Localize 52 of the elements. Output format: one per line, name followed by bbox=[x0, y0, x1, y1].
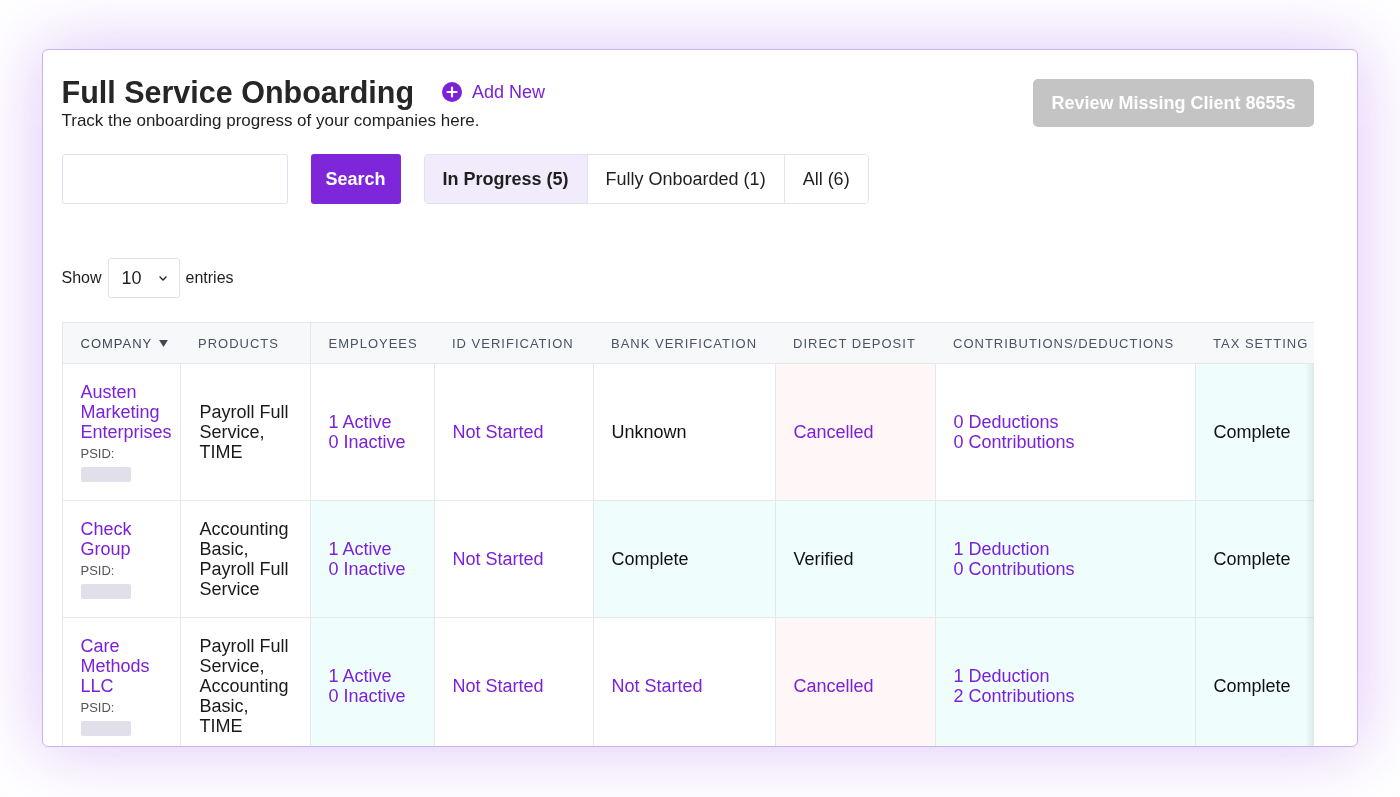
company-link[interactable]: Check Group bbox=[80, 519, 176, 559]
psid-label: PSID: bbox=[80, 563, 116, 579]
status-link[interactable]: 0 Inactive bbox=[328, 432, 406, 452]
company-link[interactable]: Austen Marketing Enterprises bbox=[80, 382, 176, 442]
column-header[interactable]: EMPLOYEES bbox=[328, 336, 418, 352]
status-text: Complete bbox=[611, 549, 689, 569]
status-link[interactable]: Cancelled bbox=[793, 676, 874, 696]
page-subtitle: Track the onboarding progress of your companies here. bbox=[61, 110, 481, 132]
add-new-button[interactable]: Add New bbox=[442, 81, 546, 103]
psid-label: PSID: bbox=[80, 700, 116, 716]
status-link[interactable]: 1 Deduction bbox=[953, 666, 1050, 686]
chevron-down-icon bbox=[158, 275, 167, 281]
status-text: Complete bbox=[1213, 422, 1291, 442]
status-link[interactable]: 1 Active bbox=[328, 412, 392, 432]
status-text: Verified bbox=[793, 549, 854, 569]
status-link[interactable]: 0 Deductions bbox=[953, 412, 1059, 432]
entries-label: Show bbox=[61, 269, 102, 287]
status-text: Complete bbox=[1213, 676, 1291, 696]
products-cell: Accounting Basic, Payroll Full Service bbox=[180, 500, 310, 618]
status-link[interactable]: 0 Contributions bbox=[953, 432, 1075, 452]
status-link[interactable]: Not Started bbox=[611, 676, 703, 696]
psid-label: PSID: bbox=[80, 446, 116, 462]
status-link[interactable]: 1 Active bbox=[328, 666, 392, 686]
products-cell: Payroll Full Service, TIME bbox=[180, 363, 310, 501]
entries-label: entries bbox=[185, 269, 234, 287]
column-header[interactable]: CONTRIBUTIONS/DEDUCTIONS bbox=[953, 336, 1175, 352]
company-link[interactable]: Care Methods LLC bbox=[80, 636, 176, 696]
status-link[interactable]: 0 Inactive bbox=[328, 686, 406, 706]
page-title: Full Service Onboarding bbox=[61, 74, 414, 110]
status-link[interactable]: 0 Contributions bbox=[953, 559, 1075, 579]
status-link[interactable]: 1 Active bbox=[328, 539, 392, 559]
sort-down-icon[interactable] bbox=[159, 340, 169, 348]
column-header[interactable]: TAX SETTING bbox=[1213, 336, 1309, 352]
status-link[interactable]: Not Started bbox=[452, 549, 544, 569]
status-text: Complete bbox=[1213, 549, 1291, 569]
column-header[interactable]: ID VERIFICATION bbox=[452, 336, 574, 352]
status-link[interactable]: 1 Deduction bbox=[953, 539, 1050, 559]
filter-tab[interactable]: In Progress (5) bbox=[424, 155, 587, 203]
column-header[interactable]: BANK VERIFICATION bbox=[611, 336, 758, 352]
status-link[interactable]: Not Started bbox=[452, 676, 544, 696]
filter-tab[interactable]: All (6) bbox=[783, 155, 868, 203]
status-link[interactable]: Cancelled bbox=[793, 422, 874, 442]
status-link[interactable]: 0 Inactive bbox=[328, 559, 406, 579]
status-link[interactable]: Not Started bbox=[452, 422, 544, 442]
status-text: Unknown bbox=[611, 422, 687, 442]
entries-select[interactable]: 10 bbox=[107, 258, 180, 298]
plus-circle-icon bbox=[442, 82, 462, 102]
search-button[interactable]: Search bbox=[310, 154, 401, 204]
status-link[interactable]: 2 Contributions bbox=[953, 686, 1075, 706]
products-cell: Payroll Full Service, Accounting Basic, TIME bbox=[180, 617, 310, 746]
search-field[interactable] bbox=[61, 154, 288, 204]
column-header[interactable]: DIRECT DEPOSIT bbox=[793, 336, 916, 352]
